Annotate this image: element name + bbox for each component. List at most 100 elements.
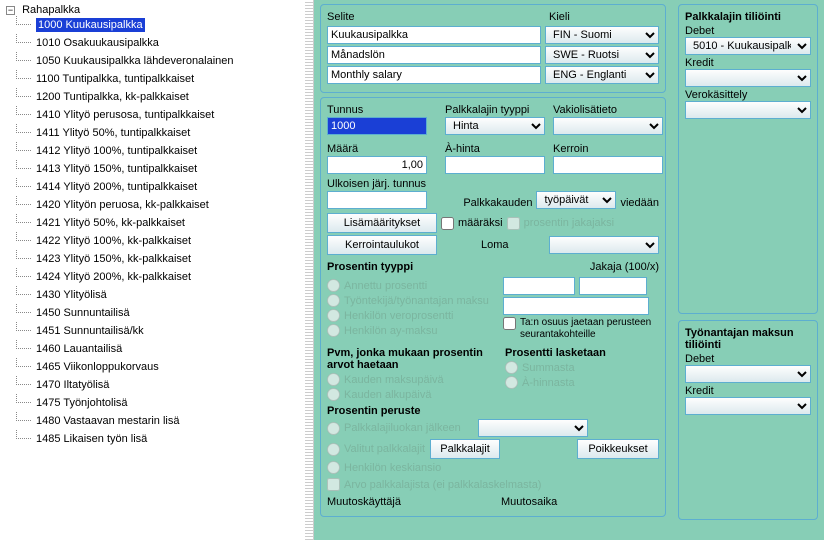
peruste-opt-2-label: Henkilön keskiansio [344, 462, 441, 474]
tree-item[interactable]: 1411 Ylityö 50%, tuntipalkkaiset [16, 124, 313, 142]
arvo-label: Arvo palkkalajista (ei palkkalaskelmasta… [344, 479, 541, 491]
lisamaaritykset-button[interactable]: Lisämääritykset [327, 213, 437, 233]
tree-item[interactable]: 1465 Viikonloppukorvaus [16, 358, 313, 376]
tree-item[interactable]: 1480 Vastaavan mestarin lisä [16, 412, 313, 430]
debet2-label: Debet [685, 353, 811, 365]
tree-panel: − Rahapalkka 1000 Kuukausipalkka1010 Osa… [0, 0, 314, 540]
selite-input-2[interactable] [327, 66, 541, 84]
tree-item[interactable]: 1412 Ylityö 100%, tuntipalkkaiset [16, 142, 313, 160]
tyonantaja-group: Työnantajan maksun tiliöinti Debet Kredi… [678, 320, 818, 520]
ulk-label: Ulkoisen järj. tunnus [327, 178, 437, 190]
tree-scroll-gutter[interactable] [305, 0, 313, 540]
ulk-input[interactable] [327, 191, 427, 209]
muutoskayttaja-label: Muutoskäyttäjä [327, 496, 497, 508]
tree-item[interactable]: 1414 Ylityö 200%, tuntipalkkaiset [16, 178, 313, 196]
selite-group: Selite Kieli FIN - Suomi SWE - Ruotsi ENG … [320, 4, 666, 93]
main-fields-group: Tunnus Palkkalajin tyyppi Hinta Vakiolis… [320, 97, 666, 517]
muutosaika-label: Muutosaika [501, 496, 557, 508]
tree-item[interactable]: 1420 Ylityön peruosa, kk-palkkaiset [16, 196, 313, 214]
maara-input[interactable] [327, 156, 427, 174]
tree-collapse-icon[interactable]: − [6, 6, 15, 15]
vero-select[interactable] [685, 101, 811, 119]
tree-item[interactable]: 1430 Ylityölisä [16, 286, 313, 304]
palkkakausi-select[interactable]: työpäivät [536, 191, 616, 209]
tree-item[interactable]: 1410 Ylityö perusosa, tuntipalkkaiset [16, 106, 313, 124]
taosuus-checkbox[interactable] [503, 317, 516, 330]
peruste-opt-2 [327, 461, 340, 474]
selite-input-1[interactable] [327, 46, 541, 64]
jakaja-label: Jakaja (100/x) [590, 261, 659, 273]
right-panel: Palkkalajin tiliöinti Debet 5010 - Kuuka… [672, 0, 824, 540]
arvo-checkbox [327, 478, 340, 491]
tree-item[interactable]: 1010 Osakuukausipalkka [16, 34, 313, 52]
tree-item[interactable]: 1000 Kuukausipalkka [16, 16, 313, 34]
tree-item[interactable]: 1475 Työnjohtolisä [16, 394, 313, 412]
kredit2-label: Kredit [685, 385, 811, 397]
peruste-select[interactable] [478, 419, 588, 437]
debet-label: Debet [685, 25, 811, 37]
loma-label: Loma [481, 239, 509, 251]
peruste-header: Prosentin peruste [327, 405, 659, 417]
prosentti-header: Prosentin tyyppi [327, 261, 586, 273]
tree-item[interactable]: 1413 Ylityö 150%, tuntipalkkaiset [16, 160, 313, 178]
tree-item[interactable]: 1421 Ylityö 50%, kk-palkkaiset [16, 214, 313, 232]
selite-input-0[interactable] [327, 26, 541, 44]
kerroin-label: Kerroin [553, 143, 663, 155]
tree-root-label: Rahapalkka [22, 4, 80, 16]
prosentinjakajaksi-label: prosentin jakajaksi [524, 217, 615, 229]
vero-label: Verokäsittely [685, 89, 811, 101]
prosentti-opt-0 [327, 279, 340, 292]
kredit2-select[interactable] [685, 397, 811, 415]
debet-select[interactable]: 5010 - Kuukausipalkat [685, 37, 811, 55]
kieli-select-0[interactable]: FIN - Suomi [545, 26, 659, 44]
tunnus-input[interactable] [327, 117, 427, 135]
tyyppi-label: Palkkalajin tyyppi [445, 104, 545, 116]
kieli-label: Kieli [549, 11, 659, 23]
tree-item[interactable]: 1460 Lauantailisä [16, 340, 313, 358]
tree-item[interactable]: 1050 Kuukausipalkka lähdeveronalainen [16, 52, 313, 70]
pvm-opt-1 [327, 388, 340, 401]
kieli-select-1[interactable]: SWE - Ruotsi [545, 46, 659, 64]
tunnus-label: Tunnus [327, 104, 437, 116]
palkkakausi-label: Palkkakauden [463, 197, 532, 209]
tree-item[interactable]: 1422 Ylityö 100%, kk-palkkaiset [16, 232, 313, 250]
tree-item[interactable]: 1451 Sunnuntailisä/kk [16, 322, 313, 340]
tree-item[interactable]: 1100 Tuntipalkka, tuntipalkkaiset [16, 70, 313, 88]
taosuus-label: Ta:n osuus jaetaan perusteen seurantakoh… [520, 317, 659, 341]
jakaja-input-1[interactable] [503, 277, 575, 295]
kredit-select[interactable] [685, 69, 811, 87]
loma-select[interactable] [549, 236, 659, 254]
tree-item[interactable]: 1470 Iltatyölisä [16, 376, 313, 394]
pl-opt-0 [505, 361, 518, 374]
vakio-select[interactable] [553, 117, 663, 135]
tyyppi-select[interactable]: Hinta [445, 117, 545, 135]
kieli-select-2[interactable]: ENG - Englanti [545, 66, 659, 84]
debet2-select[interactable] [685, 365, 811, 383]
kerroin-input[interactable] [553, 156, 663, 174]
tree-item[interactable]: 1450 Sunnuntailisä [16, 304, 313, 322]
tree-item[interactable]: 1423 Ylityö 150%, kk-palkkaiset [16, 250, 313, 268]
ahinta-label: À-hinta [445, 143, 545, 155]
prosentti-extra-input[interactable] [503, 297, 649, 315]
tree-item[interactable]: 1424 Ylityö 200%, kk-palkkaiset [16, 268, 313, 286]
maaraksi-label: määräksi [458, 217, 503, 229]
vakio-label: Vakiolisätieto [553, 104, 663, 116]
tyonantaja-header: Työnantajan maksun tiliöinti [685, 327, 811, 351]
kerrointaulukot-button[interactable]: Kerrointaulukot [327, 235, 437, 255]
peruste-opt-1-label: Valitut palkkalajit [344, 443, 426, 455]
tree-item[interactable]: 1485 Likaisen työn lisä [16, 430, 313, 448]
tiliointi-group: Palkkalajin tiliöinti Debet 5010 - Kuuka… [678, 4, 818, 314]
palkkalajit-button[interactable]: Palkkalajit [430, 439, 500, 459]
peruste-opt-0 [327, 422, 340, 435]
selite-label: Selite [327, 11, 545, 23]
viedaan-label: viedään [620, 197, 659, 209]
poikkeukset-button[interactable]: Poikkeukset [577, 439, 659, 459]
tree-item[interactable]: 1200 Tuntipalkka, kk-palkkaiset [16, 88, 313, 106]
pl-opt-1 [505, 376, 518, 389]
maaraksi-checkbox[interactable] [441, 217, 454, 230]
pvm-opt-0 [327, 373, 340, 386]
jakaja-input-2[interactable] [579, 277, 647, 295]
form-panel: Selite Kieli FIN - Suomi SWE - Ruotsi ENG … [314, 0, 672, 540]
pl-header: Prosentti lasketaan [505, 347, 659, 359]
ahinta-input[interactable] [445, 156, 545, 174]
